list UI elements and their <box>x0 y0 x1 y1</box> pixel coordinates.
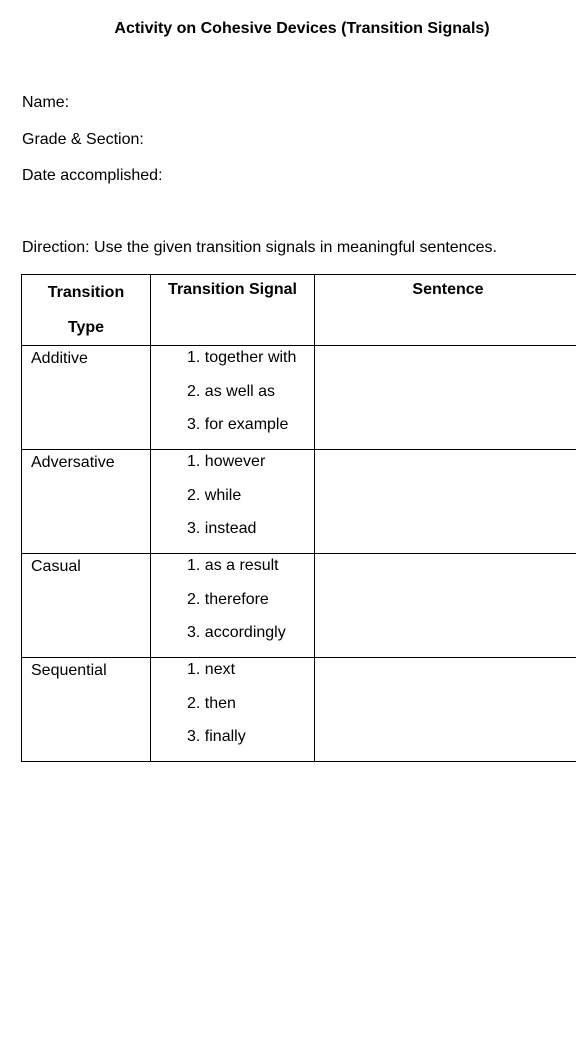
grade-section-field-label: Grade & Section: <box>22 131 144 148</box>
transition-signals-table: Transition Type Transition Signal Senten… <box>21 274 576 762</box>
transition-signal-item: 2. as well as <box>187 382 276 400</box>
document-title: Activity on Cohesive Devices (Transition… <box>114 20 490 37</box>
transition-signal-item: 3. finally <box>187 728 246 746</box>
transition-type: Casual <box>31 558 81 575</box>
transition-type: Additive <box>31 350 88 367</box>
transition-type-cell: Additive <box>21 345 151 450</box>
sentence-cell[interactable] <box>314 449 576 554</box>
transition-type-cell: Adversative <box>21 449 151 554</box>
transition-signal-cell: 1. however 2. while 3. instead <box>150 449 315 554</box>
table-row: Adversative 1. however 2. while 3. instead <box>21 449 576 554</box>
table-row: Additive 1. together with 2. as well as 3.… <box>21 345 576 450</box>
transition-signal-item: 1. together with <box>187 349 297 366</box>
header-transition-signal: Transition Signal <box>150 274 315 346</box>
transition-signal-item: 3. accordingly <box>187 624 286 642</box>
table-row: Casual 1. as a result 2. therefore 3. acco… <box>21 553 576 658</box>
name-field-label: Name: <box>22 94 70 111</box>
header-type-line1: Transition <box>47 284 125 301</box>
transition-signal-item: 2. while <box>187 486 242 504</box>
table-row: Sequential 1. next 2. then 3. finally <box>21 657 576 762</box>
transition-signal-item: 2. therefore <box>187 590 269 608</box>
transition-signal-item: 1. next <box>187 661 236 678</box>
header-sentence: Sentence <box>314 274 576 346</box>
sentence-cell[interactable] <box>314 553 576 658</box>
transition-signal-item: 3. instead <box>187 520 257 538</box>
transition-type-cell: Sequential <box>21 657 151 762</box>
transition-type: Adversative <box>31 454 115 471</box>
transition-type: Sequential <box>31 662 107 679</box>
transition-signal-cell: 1. together with 2. as well as 3. for exam… <box>150 345 315 450</box>
transition-signal-item: 2. then <box>187 694 236 712</box>
header-transition-type: Transition Type <box>21 274 151 346</box>
transition-type-cell: Casual <box>21 553 151 658</box>
transition-signal-item: 3. for example <box>187 416 289 434</box>
transition-signal-item: 1. however <box>187 453 266 470</box>
sentence-cell[interactable] <box>314 657 576 762</box>
transition-signal-cell: 1. as a result 2. therefore 3. accordingly <box>150 553 315 658</box>
direction-text: Direction: Use the given transition sign… <box>22 239 497 256</box>
date-accomplished-field-label: Date accomplished: <box>22 167 163 184</box>
table-header-row: Transition Type Transition Signal Senten… <box>21 274 576 346</box>
sentence-cell[interactable] <box>314 345 576 450</box>
header-type-line2: Type <box>67 319 105 336</box>
transition-signal-cell: 1. next 2. then 3. finally <box>150 657 315 762</box>
transition-signal-item: 1. as a result <box>187 557 279 574</box>
